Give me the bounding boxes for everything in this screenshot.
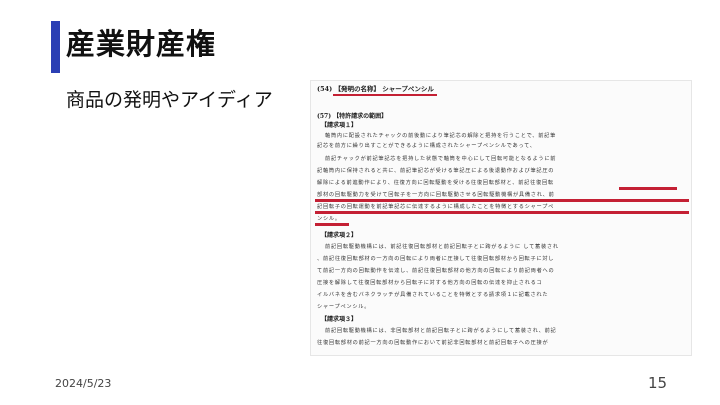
claim2-heading: 【請求項２】	[321, 232, 358, 239]
claim1-heading: 【請求項１】	[321, 122, 358, 129]
highlight-invention-title	[333, 94, 437, 96]
claims-heading: (57) 【特許請求の範囲】	[317, 113, 388, 120]
claim3-line: 前記回転駆動機構には、非回転部材と前記回転子とに跨がるようにして蓄装され、前記	[325, 328, 557, 334]
claim2-line: 前記回転駆動機構には、前記往復回転部材と前記回転子とに跨がるように して蓄装され	[325, 244, 559, 250]
highlight-line-1	[619, 187, 677, 190]
claim2-line: 、前記往復回転部材の一方向の回転により両者に圧接して往復回転部材から回転子に対し	[317, 256, 555, 262]
claim1-line: 記芯を前方に繰り出すことができるように構成されたシャープペンシルであって、	[317, 143, 536, 149]
slide-page-number: 15	[648, 374, 668, 392]
claim2-line: イルバネを含むバネクラッチが具備されていることを特徴とする請求項１に記載された	[317, 292, 549, 298]
slide-title: 産業財産権	[66, 27, 217, 61]
claim1-line: 解除による前進動作により、往復方向に回転駆動を受ける往復回転部材と、前記往復回転	[317, 180, 554, 186]
claim2-line: シャープペンシル。	[317, 304, 371, 310]
slide: 産業財産権 商品の発明やアイディア (54) 【発明の名称】 シャープペンシル …	[0, 0, 720, 405]
highlight-line-2	[315, 199, 689, 202]
claim3-heading: 【請求項３】	[321, 316, 358, 323]
slide-subtitle: 商品の発明やアイディア	[66, 89, 273, 111]
patent-document-image: (54) 【発明の名称】 シャープペンシル (57) 【特許請求の範囲】 【請求…	[310, 80, 692, 356]
title-accent-bar	[51, 21, 60, 73]
claim1-line: 軸筒内に配設されたチャックの前後動により筆記芯の解除と把持を行うことで、前記筆	[325, 133, 557, 139]
highlight-line-3	[315, 211, 689, 214]
highlight-line-4	[315, 223, 349, 226]
invention-title-line: (54) 【発明の名称】 シャープペンシル	[317, 85, 434, 93]
slide-date: 2024/5/23	[55, 377, 112, 390]
claim1-line: 前記チャックが前記筆記芯を把持した状態で軸筒を中心にして回転可能となるように前	[325, 156, 557, 162]
claim2-line: て前記一方向の回転動作を伝達し、前記往復回転部材の他方向の回転により前記両者への	[317, 268, 555, 274]
claim3-line: 往復回転部材の前記一方向の回転動作において前記非回転部材と前記回転子への圧接が	[317, 340, 549, 346]
claim2-line: 圧接を解除して往復回転部材から回転子に対する他方向の回転の伝達を抑止されるコ	[317, 280, 543, 286]
claim1-line: 記軸筒内に保持されると共に、前記筆記芯が受ける筆記圧による後退動作および筆記圧の	[317, 168, 555, 174]
